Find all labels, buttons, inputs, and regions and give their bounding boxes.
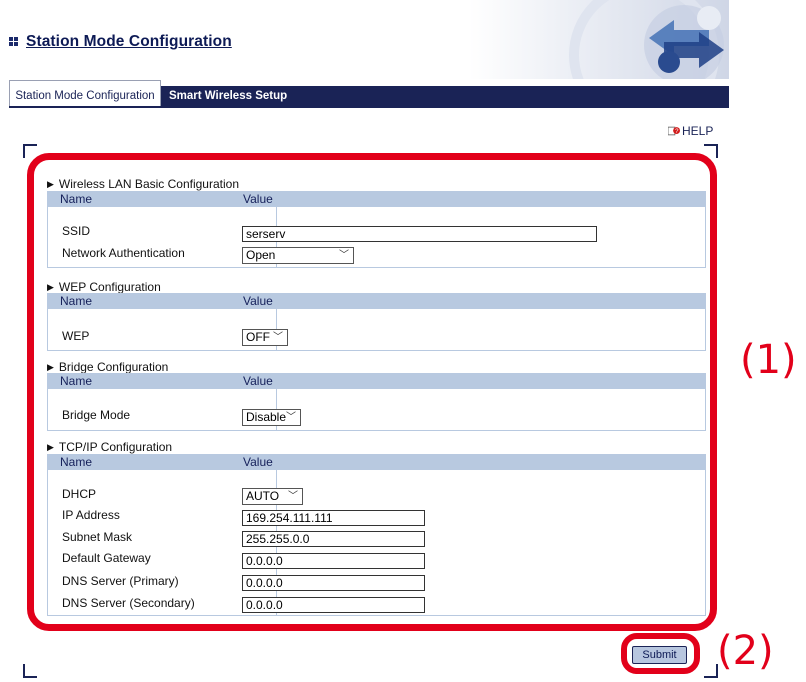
help-link[interactable]: ? HELP [668, 124, 713, 138]
page-header: Station Mode Configuration [9, 0, 729, 79]
corner-bracket-top-left [23, 144, 37, 158]
tab-station-mode-configuration[interactable]: Station Mode Configuration [9, 80, 161, 106]
annotation-label-1: (1) [740, 337, 797, 383]
annotation-highlight-box-1 [27, 153, 717, 631]
tab-smart-wireless-setup[interactable]: Smart Wireless Setup [169, 86, 287, 108]
header-decoration-graphic [469, 0, 729, 79]
annotation-highlight-box-2 [621, 633, 700, 674]
page-title: Station Mode Configuration [26, 33, 232, 50]
tab-bar: Station Mode Configuration Smart Wireles… [9, 80, 729, 108]
title-grid-icon [9, 37, 19, 47]
help-icon: ? [668, 126, 680, 136]
annotation-label-2: (2) [717, 628, 774, 674]
corner-bracket-bottom-right [704, 664, 718, 678]
corner-bracket-bottom-left [23, 664, 37, 678]
help-label: HELP [682, 124, 714, 138]
